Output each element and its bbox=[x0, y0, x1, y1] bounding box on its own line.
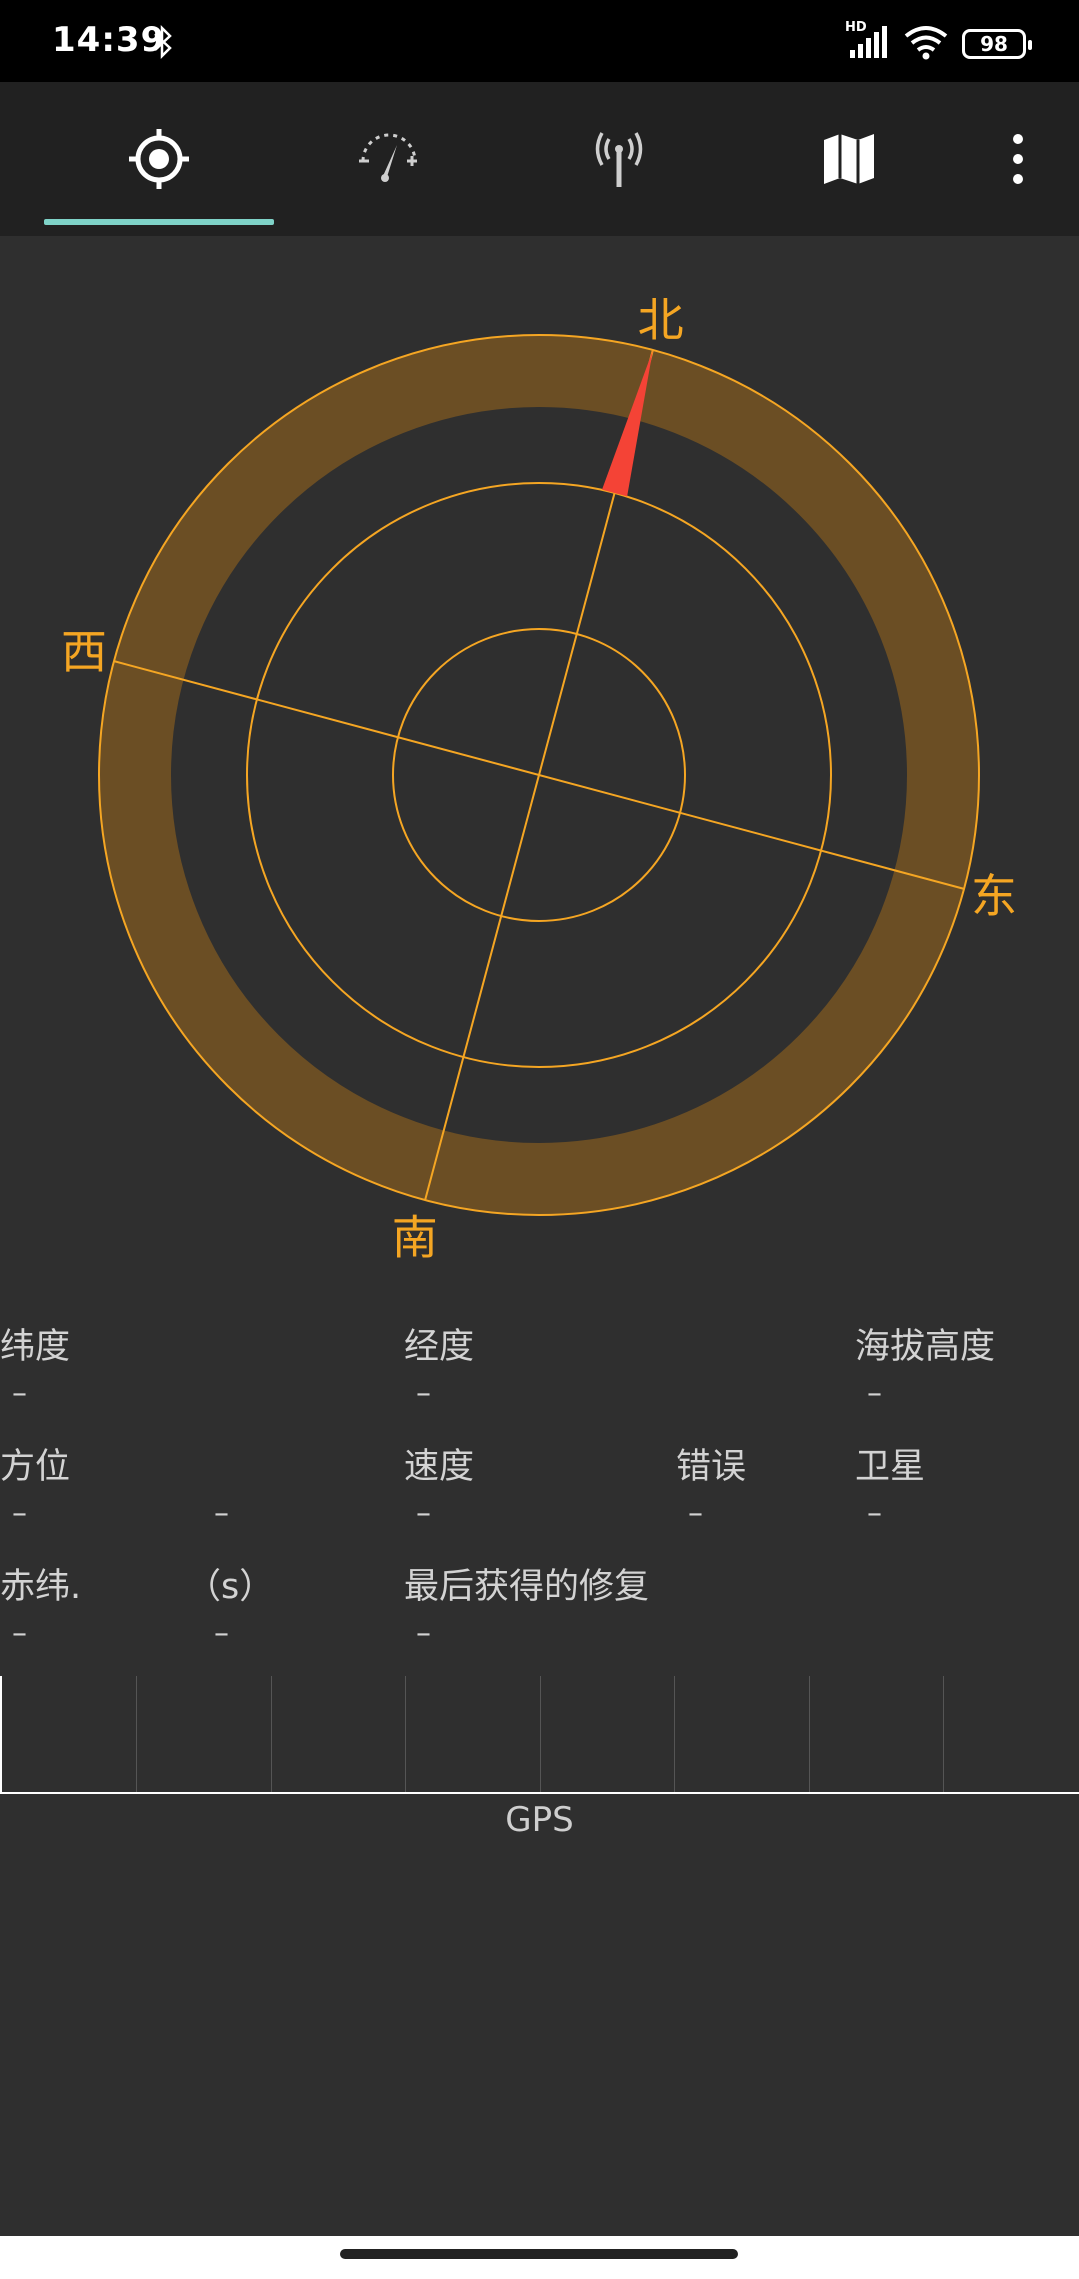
declination-label: 赤纬. bbox=[0, 1567, 82, 1607]
battery-icon: 98 bbox=[962, 29, 1032, 59]
compass-ew-axis bbox=[113, 660, 965, 890]
tab-speed[interactable] bbox=[274, 82, 504, 236]
compass-west-label: 西 bbox=[61, 625, 107, 679]
wifi-icon bbox=[904, 26, 948, 60]
error-label: 错误 bbox=[676, 1447, 747, 1487]
tab-map[interactable] bbox=[734, 82, 964, 236]
home-gesture-handle[interactable] bbox=[340, 2249, 738, 2259]
tab-signal[interactable] bbox=[504, 82, 734, 236]
graph-gridline bbox=[136, 1676, 137, 1792]
status-time: 14:39 bbox=[52, 20, 166, 60]
more-options-button[interactable] bbox=[990, 82, 1046, 236]
signal-icon bbox=[850, 26, 887, 58]
crosshair-icon bbox=[129, 129, 189, 189]
satellites-value: – bbox=[867, 1496, 882, 1531]
satellites-label: 卫星 bbox=[855, 1447, 926, 1487]
graph-gridline bbox=[943, 1676, 944, 1792]
navigation-bar bbox=[0, 2236, 1079, 2279]
antenna-icon bbox=[595, 132, 643, 187]
latitude-value: – bbox=[12, 1376, 27, 1411]
toolbar bbox=[0, 82, 1079, 236]
speedometer-icon bbox=[359, 133, 417, 182]
bearing-label: 方位 bbox=[0, 1447, 71, 1487]
battery-level: 98 bbox=[980, 32, 1008, 56]
compass-east-label: 东 bbox=[971, 869, 1017, 923]
map-icon bbox=[824, 134, 874, 184]
altitude-label: 海拔高度 bbox=[855, 1327, 996, 1367]
bearing-value: – bbox=[12, 1496, 27, 1531]
longitude-value: – bbox=[416, 1376, 431, 1411]
active-tab-indicator bbox=[44, 219, 274, 225]
graph-gridline bbox=[540, 1676, 541, 1792]
latitude-label: 纬度 bbox=[0, 1327, 71, 1367]
graph-gridline bbox=[809, 1676, 810, 1792]
compass-north-label: 北 bbox=[638, 293, 684, 347]
tab-location[interactable] bbox=[44, 82, 274, 236]
bearing-value-secondary: – bbox=[214, 1496, 229, 1531]
longitude-label: 经度 bbox=[404, 1327, 475, 1367]
error-value: – bbox=[688, 1496, 703, 1531]
last-fix-value: – bbox=[416, 1616, 431, 1651]
seconds-label: （s） bbox=[186, 1567, 275, 1607]
compass: 北 南 东 西 bbox=[61, 293, 1017, 1265]
compass-south-label: 南 bbox=[392, 1211, 438, 1265]
graph-gridline bbox=[405, 1676, 406, 1792]
graph-gridline bbox=[674, 1676, 675, 1792]
graph-gridline bbox=[271, 1676, 272, 1792]
graph-label: GPS bbox=[505, 1800, 574, 1840]
speed-label: 速度 bbox=[404, 1447, 475, 1487]
altitude-value: – bbox=[867, 1376, 882, 1411]
signal-graph bbox=[0, 1676, 1079, 1794]
status-bar: 14:39 HD 98 bbox=[0, 0, 1079, 82]
last-fix-label: 最后获得的修复 bbox=[404, 1567, 650, 1607]
declination-value: – bbox=[12, 1616, 27, 1651]
seconds-value: – bbox=[214, 1616, 229, 1651]
more-vert-icon bbox=[1013, 134, 1023, 184]
bluetooth-icon bbox=[154, 24, 172, 60]
speed-value: – bbox=[416, 1496, 431, 1531]
